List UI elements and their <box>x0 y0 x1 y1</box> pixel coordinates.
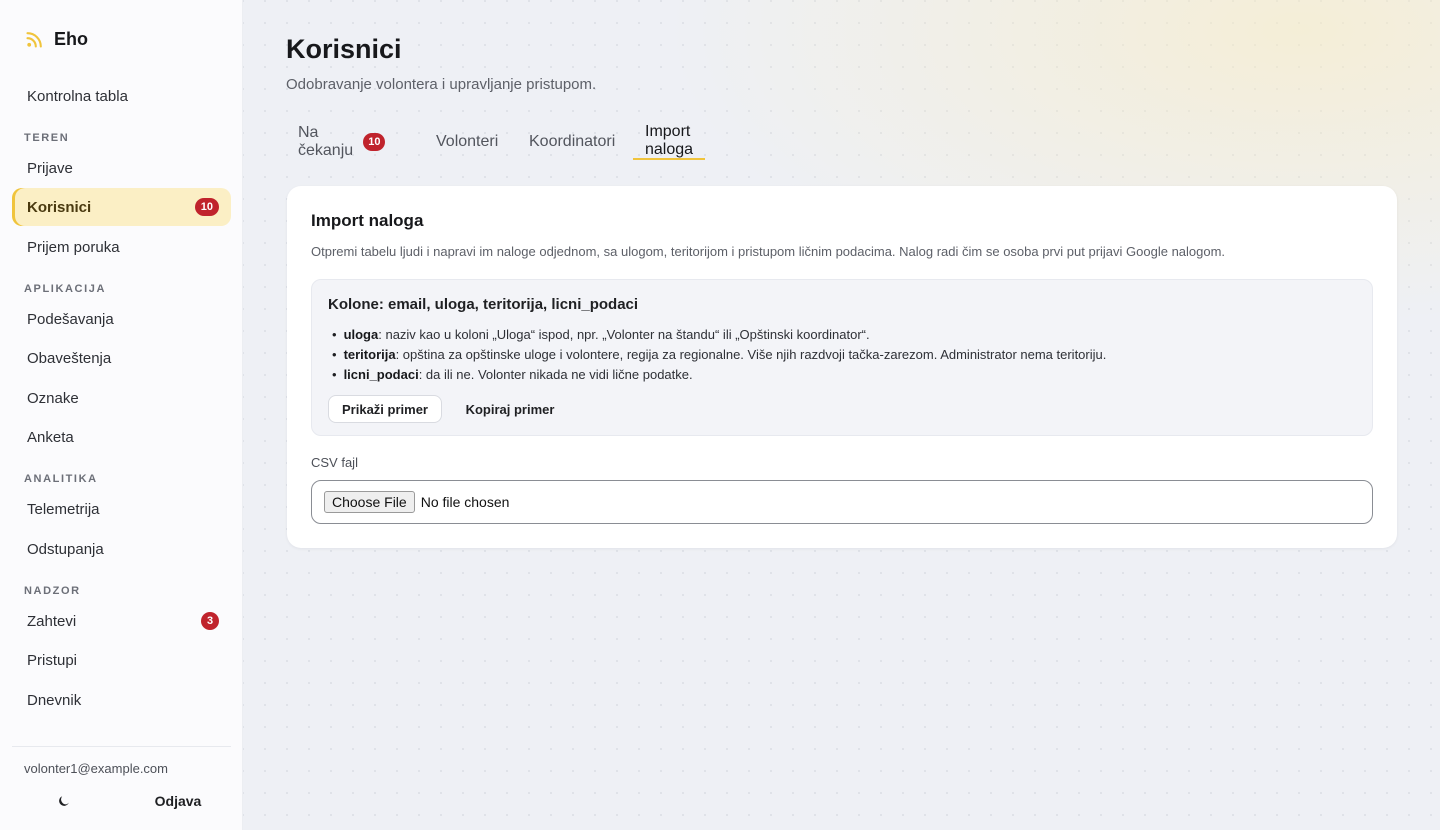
sidebar-item-label: Zahtevi <box>27 612 77 630</box>
tab-na-cekanju[interactable]: Na čekanju 10 <box>286 124 397 160</box>
columns-info-title: Kolone: email, uloga, teritorija, licni_… <box>328 296 639 313</box>
card-title: Import naloga <box>311 211 424 230</box>
list-item: uloga: naziv kao u koloni „Uloga“ ispod,… <box>332 325 1106 345</box>
sidebar: Eho Kontrolna tabla TEREN Prijave Korisn… <box>0 0 243 830</box>
count-badge: 10 <box>194 198 219 216</box>
sidebar-item-label: Anketa <box>27 428 74 446</box>
moon-icon <box>59 796 69 806</box>
file-status-text: No file chosen <box>420 494 510 510</box>
column-description: : naziv kao u koloni „Uloga“ ispod, npr.… <box>378 327 870 342</box>
tab-label: Koordinatori <box>529 133 616 150</box>
logout-button[interactable]: Odjava <box>140 790 216 812</box>
count-badge: 10 <box>363 133 386 151</box>
rss-icon <box>26 32 42 48</box>
columns-info-box: Kolone: email, uloga, teritorija, licni_… <box>311 279 1373 436</box>
card-description: Otpremi tabelu ljudi i napravi im naloge… <box>311 244 1226 259</box>
column-description: : da ili ne. Volonter nikada ne vidi lič… <box>418 367 693 382</box>
sidebar-item-dnevnik[interactable]: Dnevnik <box>12 681 231 719</box>
sidebar-item-label: Pristupi <box>27 651 78 669</box>
sidebar-item-podesavanja[interactable]: Podešavanja <box>12 300 231 338</box>
list-item: teritorija: opština za opštinske uloge i… <box>332 345 1107 365</box>
sidebar-item-label: Dnevnik <box>27 691 82 709</box>
sidebar-item-anketa[interactable]: Anketa <box>12 418 231 456</box>
sidebar-item-prijave[interactable]: Prijave <box>12 149 231 187</box>
brand[interactable]: Eho <box>26 28 88 50</box>
sidebar-item-label: Podešavanja <box>27 310 114 328</box>
choose-file-button[interactable]: Choose File <box>324 491 415 513</box>
sidebar-item-prijem-poruka[interactable]: Prijem poruka <box>12 228 231 266</box>
csv-file-input[interactable]: Choose File No file chosen <box>311 480 1373 524</box>
list-item: licni_podaci: da ili ne. Volonter nikada… <box>332 365 1106 385</box>
sidebar-section-nadzor: NADZOR <box>24 585 81 597</box>
count-badge: 3 <box>201 612 219 630</box>
import-card: Import naloga Otpremi tabelu ljudi i nap… <box>287 186 1397 548</box>
tab-koordinatori[interactable]: Koordinatori <box>517 124 627 160</box>
tab-label: Volonteri <box>436 133 499 150</box>
sidebar-item-telemetrija[interactable]: Telemetrija <box>12 490 231 528</box>
sidebar-item-label: Korisnici <box>27 198 92 216</box>
sidebar-item-oznake[interactable]: Oznake <box>12 379 231 417</box>
sidebar-item-pristupi[interactable]: Pristupi <box>12 641 231 679</box>
sidebar-item-label: Obaveštenja <box>27 349 112 367</box>
tab-label: Na čekanju <box>298 124 354 159</box>
sidebar-item-kontrolna-tabla[interactable]: Kontrolna tabla <box>12 77 231 115</box>
sidebar-item-label: Kontrolna tabla <box>27 87 128 105</box>
sidebar-section-teren: TEREN <box>24 132 70 144</box>
sidebar-item-label: Prijave <box>27 159 73 177</box>
sidebar-item-label: Prijem poruka <box>27 238 120 256</box>
column-term: teritorija <box>343 347 396 362</box>
tab-label: Import naloga <box>645 123 694 158</box>
theme-toggle-button[interactable] <box>52 790 76 812</box>
app-name: Eho <box>54 28 88 49</box>
tab-volonteri[interactable]: Volonteri <box>424 124 510 160</box>
page-subtitle: Odobravanje volontera i upravljanje pris… <box>286 76 597 93</box>
column-term: licni_podaci <box>343 367 419 382</box>
sidebar-item-zahtevi[interactable]: Zahtevi 3 <box>12 602 231 640</box>
column-term: uloga <box>343 327 379 342</box>
user-email: volonter1@example.com <box>24 761 168 776</box>
sidebar-item-korisnici[interactable]: Korisnici 10 <box>12 188 231 226</box>
csv-file-label: CSV fajl <box>311 455 358 470</box>
columns-list: uloga: naziv kao u koloni „Uloga“ ispod,… <box>332 325 1107 385</box>
sidebar-divider <box>12 746 231 747</box>
page-title: Korisnici <box>286 34 402 64</box>
sidebar-item-obavestenja[interactable]: Obaveštenja <box>12 339 231 377</box>
tab-import-naloga[interactable]: Import naloga <box>633 123 706 160</box>
copy-example-button[interactable]: Kopiraj primer <box>455 395 565 423</box>
sidebar-section-aplikacija: APLIKACIJA <box>24 283 107 295</box>
sidebar-item-label: Telemetrija <box>27 500 100 518</box>
show-example-button[interactable]: Prikaži primer <box>328 395 442 423</box>
sidebar-section-analitika: ANALITIKA <box>24 473 98 485</box>
column-description: : opština za opštinske uloge i volontere… <box>395 347 1107 362</box>
sidebar-item-label: Odstupanja <box>27 540 104 558</box>
sidebar-item-label: Oznake <box>27 389 79 407</box>
sidebar-item-odstupanja[interactable]: Odstupanja <box>12 530 231 568</box>
